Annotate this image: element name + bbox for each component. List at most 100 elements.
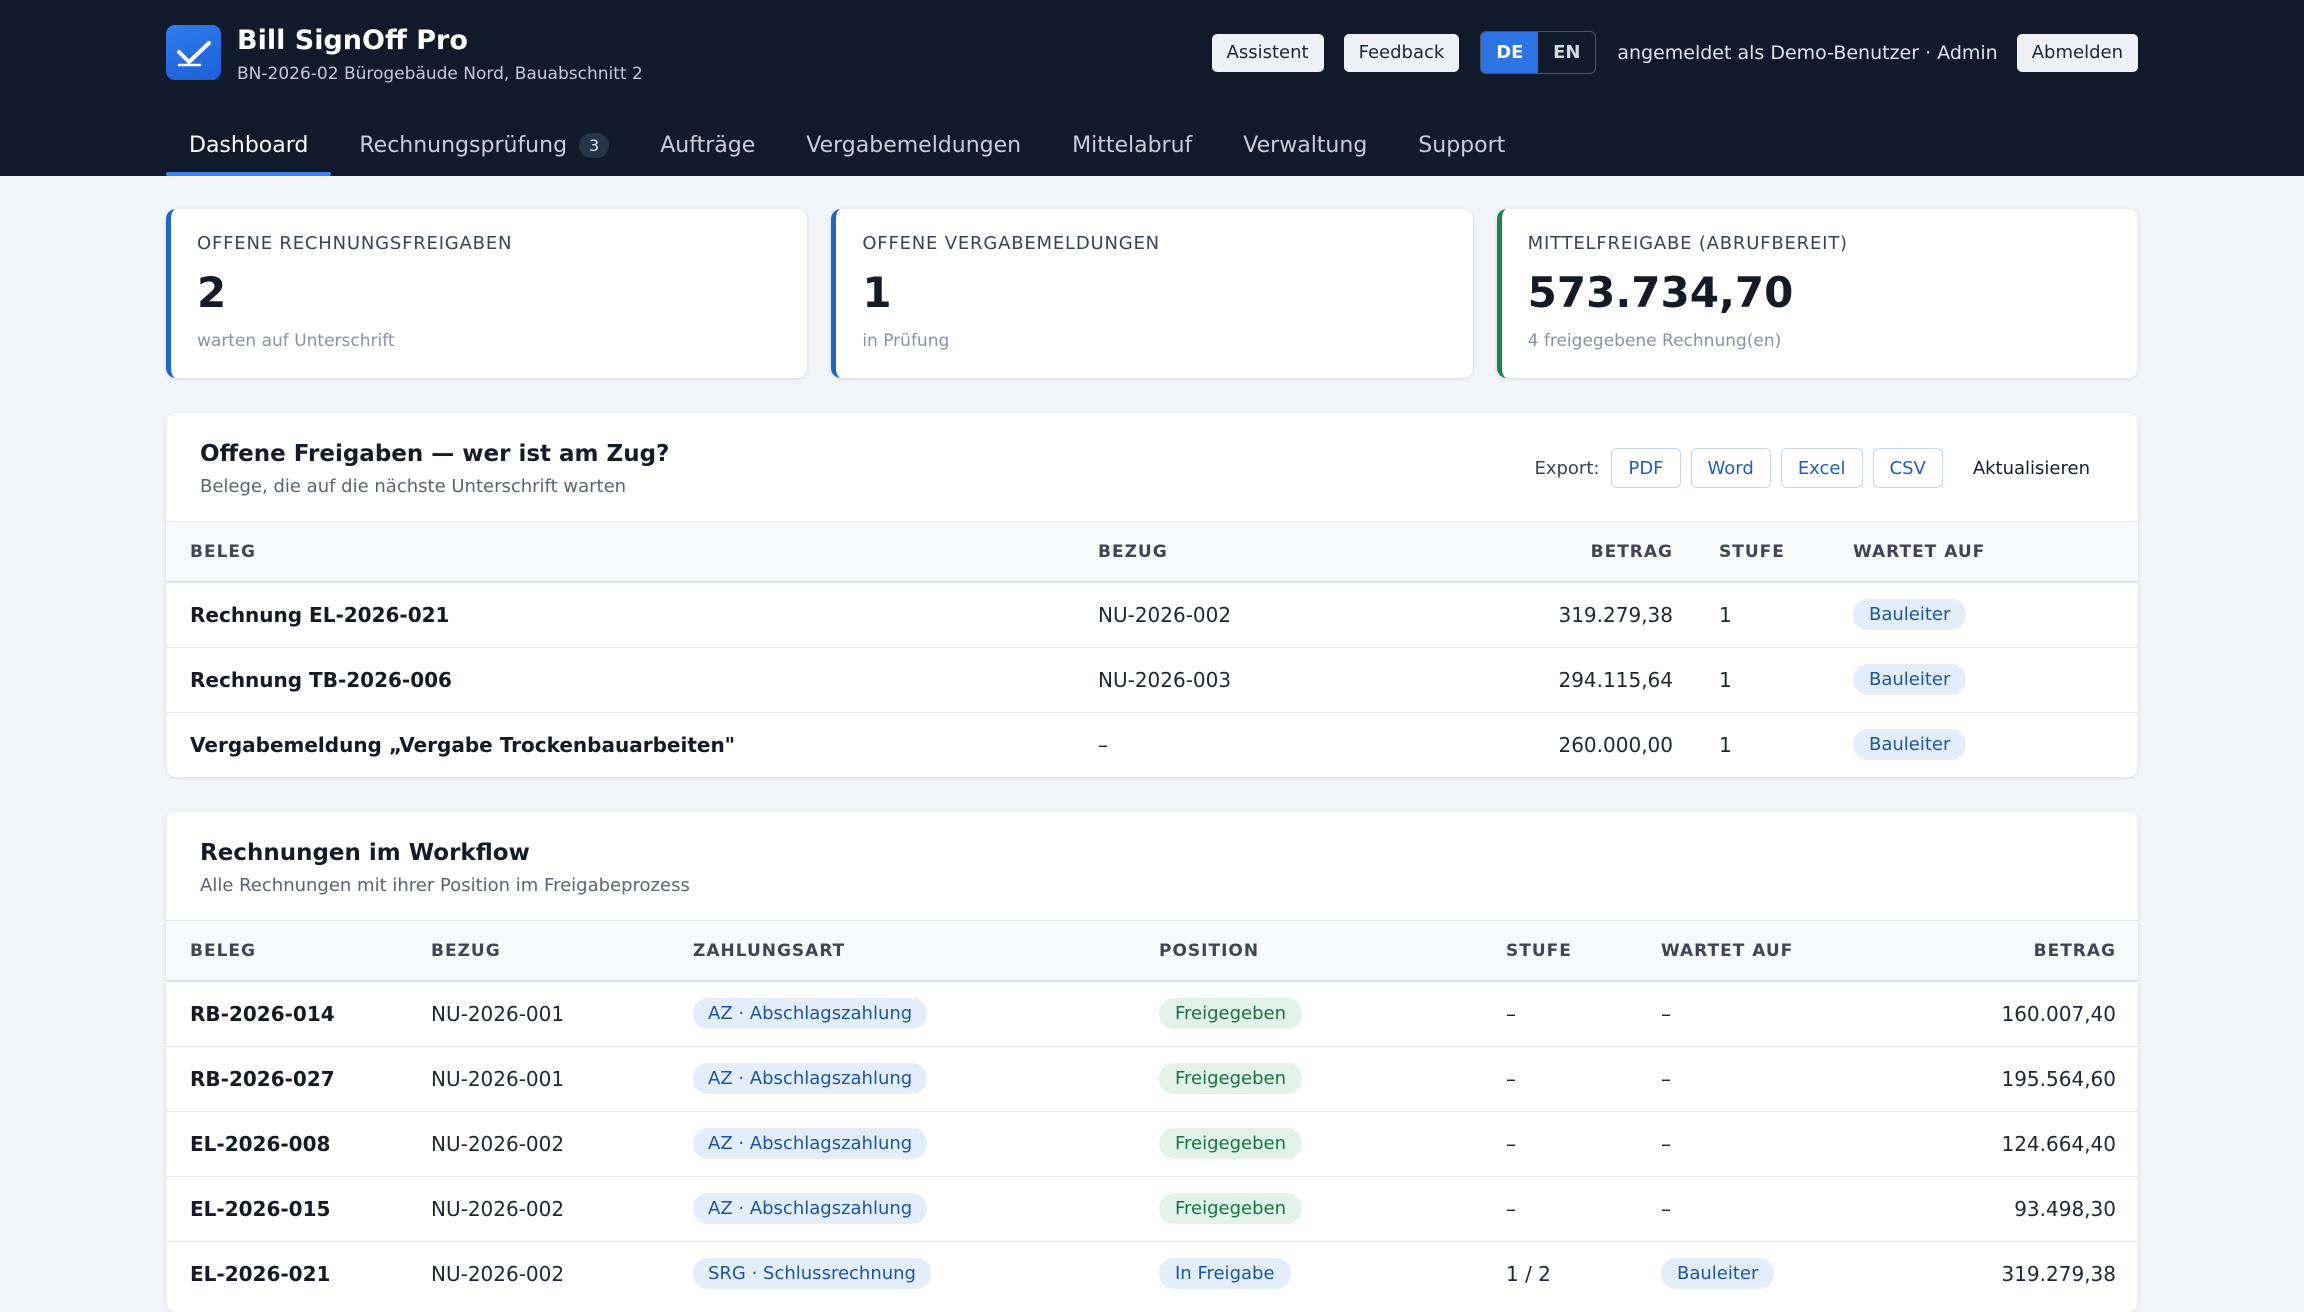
app-title: Bill SignOff Pro <box>237 25 468 56</box>
column-header[interactable]: Betrag <box>1470 522 1673 583</box>
tab-label: Mittelabruf <box>1072 132 1193 158</box>
workflow-panel: Rechnungen im Workflow Alle Rechnungen m… <box>166 812 2138 1312</box>
tab-label: Aufträge <box>660 132 756 158</box>
role-badge: Bauleiter <box>1853 729 1967 761</box>
column-header[interactable]: Bezug <box>431 921 693 982</box>
table-row[interactable]: RB-2026-014 NU-2026-001 AZ · Abschlagsza… <box>166 981 2138 1047</box>
status-badge: In Freigabe <box>1159 1258 1291 1290</box>
table-row[interactable]: Rechnung EL-2026-021 NU-2026-002 319.279… <box>166 582 2138 648</box>
count-badge: 3 <box>579 132 610 158</box>
doc-cell[interactable]: Vergabemeldung „Vergabe Trockenbauarbeit… <box>166 712 1098 777</box>
table-row[interactable]: Vergabemeldung „Vergabe Trockenbauarbeit… <box>166 712 2138 777</box>
payment-type-badge: AZ · Abschlagszahlung <box>693 998 928 1030</box>
main-nav: Dashboard Rechnungsprüfung 3 Aufträge Ver… <box>166 114 1533 176</box>
column-header[interactable]: Betrag <box>1961 921 2138 982</box>
column-header[interactable]: Stufe <box>1506 921 1661 982</box>
export-csv-button[interactable]: CSV <box>1872 448 1943 488</box>
payment-cell: SRG · Schlussrechnung <box>693 1241 1159 1306</box>
export-word-button[interactable]: Word <box>1690 448 1771 488</box>
tab-dashboard[interactable]: Dashboard <box>166 114 332 176</box>
lang-de-button[interactable]: DE <box>1481 32 1539 73</box>
stat-label: Offene Vergabemeldungen <box>862 233 1160 254</box>
language-switch: DE EN <box>1480 31 1597 74</box>
tab-label: Dashboard <box>189 132 309 158</box>
amount-cell: 260.000,00 <box>1558 732 1673 757</box>
doc-cell[interactable]: RB-2026-014 <box>166 981 431 1047</box>
column-header[interactable]: Stufe <box>1673 522 1853 583</box>
tab-invoice-review[interactable]: Rechnungsprüfung 3 <box>336 114 632 176</box>
status-badge: Freigegeben <box>1159 1193 1303 1224</box>
column-header[interactable]: Position <box>1159 921 1506 982</box>
stage-cell: 1 <box>1673 647 1853 713</box>
tab-support[interactable]: Support <box>1395 114 1528 176</box>
payment-type-badge: SRG · Schlussrechnung <box>693 1258 931 1290</box>
stat-value: 573.734,70 <box>1527 268 1794 317</box>
export-pdf-button[interactable]: PDF <box>1611 448 1681 488</box>
column-header[interactable]: Beleg <box>166 921 431 982</box>
role-badge: Bauleiter <box>1853 664 1967 695</box>
stage-cell: 1 <box>1719 732 1732 757</box>
table-row[interactable]: EL-2026-015 NU-2026-002 AZ · Abschlagsza… <box>166 1176 2138 1242</box>
column-header[interactable]: Beleg <box>166 522 1098 583</box>
tab-label: Verwaltung <box>1243 132 1368 158</box>
waiting-cell: – <box>1661 1046 1961 1112</box>
header-actions: Assistent Feedback DE EN angemeldet als … <box>1211 31 2138 74</box>
export-excel-button[interactable]: Excel <box>1780 448 1863 488</box>
waiting-cell: Bauleiter <box>1661 1241 1961 1306</box>
tab-label: Vergabemeldungen <box>806 132 1022 158</box>
doc-cell[interactable]: EL-2026-021 <box>166 1241 431 1306</box>
tab-admin[interactable]: Verwaltung <box>1220 114 1390 176</box>
column-header[interactable]: Wartet auf <box>1853 522 2138 583</box>
position-cell: Freigegeben <box>1159 1046 1506 1112</box>
payment-cell: AZ · Abschlagszahlung <box>693 1176 1159 1242</box>
amount-cell: 160.007,40 <box>1961 981 2138 1047</box>
table-row[interactable]: EL-2026-008 NU-2026-002 AZ · Abschlagsza… <box>166 1111 2138 1177</box>
stat-label: Offene Rechnungsfreigaben <box>197 233 513 254</box>
column-header[interactable]: Bezug <box>1098 522 1470 583</box>
ref-cell: NU-2026-001 <box>431 1046 693 1112</box>
table-row[interactable]: Rechnung TB-2026-006 NU-2026-003 294.115… <box>166 647 2138 713</box>
waiting-cell: Bauleiter <box>1853 582 2138 648</box>
stat-note: in Prüfung <box>862 331 950 351</box>
ref-cell: NU-2026-001 <box>431 981 693 1047</box>
tab-orders[interactable]: Aufträge <box>637 114 778 176</box>
brand: Bill SignOff Pro BN-2026-02 Bürogebäude … <box>166 25 643 84</box>
refresh-button[interactable]: Aktualisieren <box>1973 458 2090 479</box>
lang-en-button[interactable]: EN <box>1538 32 1595 73</box>
column-header[interactable]: Wartet auf <box>1661 921 1961 982</box>
doc-cell[interactable]: EL-2026-008 <box>166 1111 431 1177</box>
table-row[interactable]: RB-2026-027 NU-2026-001 AZ · Abschlagsza… <box>166 1046 2138 1112</box>
amount-cell: 319.279,38 <box>1470 582 1673 648</box>
payment-type-badge: AZ · Abschlagszahlung <box>693 1128 928 1159</box>
position-cell: Freigegeben <box>1159 1111 1506 1177</box>
ref-cell: NU-2026-003 <box>1098 647 1470 713</box>
tab-fund-request[interactable]: Mittelabruf <box>1049 114 1215 176</box>
logout-button[interactable]: Abmelden <box>2016 33 2138 72</box>
waiting-cell: Bauleiter <box>1853 647 2138 713</box>
app-header: Bill SignOff Pro BN-2026-02 Bürogebäude … <box>0 0 2304 176</box>
workflow-table: Beleg Bezug Zahlungsart Position Stufe W… <box>166 921 2138 1306</box>
doc-cell[interactable]: Rechnung TB-2026-006 <box>166 647 1098 713</box>
stage-cell: 1 / 2 <box>1506 1261 1551 1286</box>
amount-cell: 124.664,40 <box>1961 1111 2138 1177</box>
status-badge: Freigegeben <box>1159 1063 1303 1094</box>
tab-award-reports[interactable]: Vergabemeldungen <box>783 114 1044 176</box>
doc-cell[interactable]: Rechnung EL-2026-021 <box>166 582 1098 648</box>
status-badge: Freigegeben <box>1159 998 1303 1030</box>
stat-label: Mittelfreigabe (abrufbereit) <box>1527 233 1848 254</box>
stage-cell: – <box>1506 981 1661 1047</box>
panel-title: Rechnungen im Workflow <box>200 840 530 866</box>
stage-cell: – <box>1506 1046 1661 1112</box>
position-cell: Freigegeben <box>1159 981 1506 1047</box>
tab-label: Rechnungsprüfung <box>359 132 568 158</box>
pending-table: Beleg Bezug Betrag Stufe Wartet auf Rech… <box>166 522 2138 777</box>
table-row[interactable]: EL-2026-021 NU-2026-002 SRG · Schlussrec… <box>166 1241 2138 1306</box>
doc-cell[interactable]: RB-2026-027 <box>166 1046 431 1112</box>
project-subtitle: BN-2026-02 Bürogebäude Nord, Bauabschnit… <box>237 64 643 84</box>
feedback-button[interactable]: Feedback <box>1343 33 1460 72</box>
assistant-button[interactable]: Assistent <box>1211 33 1324 72</box>
column-header[interactable]: Zahlungsart <box>693 921 1159 982</box>
waiting-cell: – <box>1661 1176 1961 1242</box>
stage-cell: 1 <box>1673 582 1853 648</box>
doc-cell[interactable]: EL-2026-015 <box>166 1176 431 1242</box>
